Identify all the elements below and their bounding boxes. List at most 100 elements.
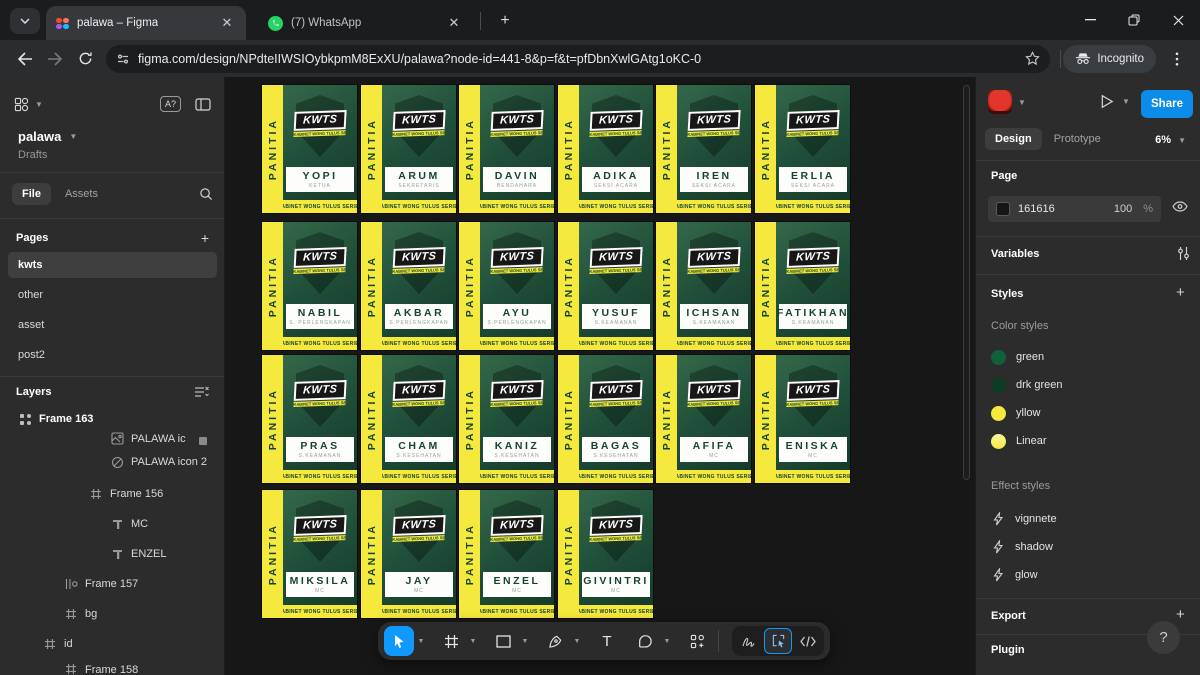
chevron-down-icon[interactable]: ▼	[1178, 136, 1186, 145]
add-style-icon[interactable]: +	[1176, 284, 1185, 301]
new-tab-button[interactable]: +	[492, 10, 518, 32]
share-button[interactable]: Share	[1141, 90, 1193, 118]
minimize-button[interactable]	[1068, 0, 1112, 40]
id-card-enzel[interactable]: PANITIAKWTSKABINET WONG TULUS SERIESENZE…	[459, 490, 554, 618]
id-card-eniska[interactable]: PANITIAKWTSKABINET WONG TULUS SERIESENIS…	[755, 355, 850, 483]
chevron-down-icon[interactable]: ▼	[35, 100, 43, 109]
id-card-kaniz[interactable]: PANITIAKWTSKABINET WONG TULUS SERIESKANI…	[459, 355, 554, 483]
chevron-down-icon[interactable]: ▼	[69, 132, 77, 141]
move-tool-button[interactable]	[384, 626, 414, 656]
panels-layout-icon[interactable]	[195, 98, 211, 111]
id-card-davin[interactable]: PANITIAKWTSKABINET WONG TULUS SERIESDAVI…	[459, 85, 554, 213]
id-card-jay[interactable]: PANITIAKWTSKABINET WONG TULUS SERIESJAYM…	[361, 490, 456, 618]
id-card-adika[interactable]: PANITIAKWTSKABINET WONG TULUS SERIESADIK…	[558, 85, 653, 213]
figma-main-menu-icon[interactable]	[14, 97, 29, 112]
pen-tool-chevron-icon[interactable]: ▼	[570, 626, 584, 656]
add-page-icon[interactable]: +	[201, 230, 209, 246]
sidebar-page-item-post2[interactable]: post2	[8, 342, 217, 368]
add-export-icon[interactable]: +	[1176, 606, 1185, 623]
frame-tool-chevron-icon[interactable]: ▼	[466, 626, 480, 656]
chevron-down-icon[interactable]: ▼	[1122, 97, 1130, 106]
close-button[interactable]	[1156, 0, 1200, 40]
browser-tab-whatsapp[interactable]: (7) WhatsApp ✕	[258, 6, 473, 40]
canvas[interactable]: PANITIAKWTSKABINET WONG TULUS SERIESYOPI…	[225, 77, 975, 675]
zoom-level[interactable]: 6%	[1155, 134, 1171, 146]
id-card-arum[interactable]: PANITIAKWTSKABINET WONG TULUS SERIESARUM…	[361, 85, 456, 213]
tab-close-icon[interactable]: ✕	[218, 14, 236, 32]
id-card-bagas[interactable]: PANITIAKWTSKABINET WONG TULUS SERIESBAGA…	[558, 355, 653, 483]
id-card-nabil[interactable]: PANITIAKWTSKABINET WONG TULUS SERIESNABI…	[262, 222, 357, 350]
layer-item-frame-156[interactable]: Frame 156	[0, 480, 225, 508]
id-card-yopi[interactable]: PANITIAKWTSKABINET WONG TULUS SERIESYOPI…	[262, 85, 357, 213]
id-card-akbar[interactable]: PANITIAKWTSKABINET WONG TULUS SERIESAKBA…	[361, 222, 456, 350]
text-tool-button[interactable]: T	[592, 626, 622, 656]
layer-item-enzel[interactable]: ENZEL	[0, 540, 225, 568]
bookmark-star-icon[interactable]	[1025, 51, 1040, 66]
ai-actions-button[interactable]: A?	[160, 96, 181, 112]
canvas-scrollbar[interactable]	[963, 85, 970, 480]
tab-assets[interactable]: Assets	[55, 183, 108, 205]
id-card-erlia[interactable]: PANITIAKWTSKABINET WONG TULUS SERIESERLI…	[755, 85, 850, 213]
visibility-eye-icon[interactable]	[1172, 201, 1188, 212]
restore-button[interactable]	[1112, 0, 1156, 40]
avatar[interactable]	[988, 90, 1012, 114]
variables-icon[interactable]	[1177, 246, 1190, 261]
id-card-iren[interactable]: PANITIAKWTSKABINET WONG TULUS SERIESIREN…	[656, 85, 751, 213]
id-card-yusuf[interactable]: PANITIAKWTSKABINET WONG TULUS SERIESYUSU…	[558, 222, 653, 350]
layers-options-icon[interactable]	[194, 386, 209, 398]
forward-icon[interactable]	[40, 44, 70, 74]
id-card-miksila[interactable]: PANITIAKWTSKABINET WONG TULUS SERIESMIKS…	[262, 490, 357, 618]
present-play-icon[interactable]	[1100, 94, 1114, 109]
color-style-green[interactable]: green	[976, 343, 1200, 371]
effect-style-glow[interactable]: glow	[976, 561, 1200, 589]
shape-tool-button[interactable]	[488, 626, 518, 656]
layer-item-bg[interactable]: bg	[0, 600, 225, 628]
layer-item-id[interactable]: id	[0, 630, 225, 658]
page-opacity-value[interactable]: 100	[1114, 203, 1132, 215]
id-card-ayu[interactable]: PANITIAKWTSKABINET WONG TULUS SERIESAYUS…	[459, 222, 554, 350]
comment-tool-button[interactable]	[630, 626, 660, 656]
layer-item-palawa-icon-2[interactable]: PALAWA icon 2	[0, 448, 225, 476]
tab-file[interactable]: File	[12, 183, 51, 205]
search-icon[interactable]	[199, 187, 213, 201]
shape-tool-chevron-icon[interactable]: ▼	[518, 626, 532, 656]
pen-tool-button[interactable]	[540, 626, 570, 656]
reload-icon[interactable]	[70, 44, 100, 74]
code-button[interactable]	[794, 628, 822, 654]
tab-prototype[interactable]: Prototype	[1044, 128, 1111, 150]
effect-style-vignnete[interactable]: vignnete	[976, 505, 1200, 533]
frame-tool-button[interactable]	[436, 626, 466, 656]
sidebar-page-item-kwts[interactable]: kwts	[8, 252, 217, 278]
move-tool-chevron-icon[interactable]: ▼	[414, 626, 428, 656]
draw-tools-button[interactable]	[734, 628, 762, 654]
id-card-givintri[interactable]: PANITIAKWTSKABINET WONG TULUS SERIESGIVI…	[558, 490, 653, 618]
page-color-swatch[interactable]	[996, 202, 1010, 216]
effect-style-shadow[interactable]: shadow	[976, 533, 1200, 561]
tab-search-button[interactable]	[10, 8, 40, 34]
actions-tool-button[interactable]	[682, 626, 712, 656]
page-color-hex[interactable]: 161616	[1018, 203, 1106, 215]
id-card-cham[interactable]: PANITIAKWTSKABINET WONG TULUS SERIESCHAM…	[361, 355, 456, 483]
color-style-Linear[interactable]: Linear	[976, 427, 1200, 455]
id-card-pras[interactable]: PANITIAKWTSKABINET WONG TULUS SERIESPRAS…	[262, 355, 357, 483]
id-card-ichsan[interactable]: PANITIAKWTSKABINET WONG TULUS SERIESICHS…	[656, 222, 751, 350]
color-style-yllow[interactable]: yllow	[976, 399, 1200, 427]
layer-item-frame-157[interactable]: Frame 157	[0, 570, 225, 598]
site-info-icon[interactable]	[116, 52, 130, 66]
tab-close-icon[interactable]: ✕	[445, 14, 463, 32]
browser-menu-icon[interactable]	[1162, 44, 1192, 74]
file-name[interactable]: palawa	[18, 129, 61, 144]
sidebar-page-item-asset[interactable]: asset	[8, 312, 217, 338]
page-color-control[interactable]: 161616 100 %	[988, 196, 1161, 222]
back-icon[interactable]	[10, 44, 40, 74]
layer-item-mc[interactable]: MC	[0, 510, 225, 538]
comment-tool-chevron-icon[interactable]: ▼	[660, 626, 674, 656]
id-card-afifa[interactable]: PANITIAKWTSKABINET WONG TULUS SERIESAFIF…	[656, 355, 751, 483]
id-card-fatikhan[interactable]: PANITIAKWTSKABINET WONG TULUS SERIESFATI…	[755, 222, 850, 350]
sidebar-page-item-other[interactable]: other	[8, 282, 217, 308]
layer-item-palawa-ic[interactable]: PALAWA ic	[0, 429, 225, 445]
color-style-drk-green[interactable]: drk green	[976, 371, 1200, 399]
address-bar[interactable]: figma.com/design/NPdteIIWSIOybkpmM8ExXU/…	[106, 45, 1050, 73]
tab-design[interactable]: Design	[985, 128, 1042, 150]
browser-tab-figma[interactable]: palawa – Figma ✕	[46, 6, 246, 40]
